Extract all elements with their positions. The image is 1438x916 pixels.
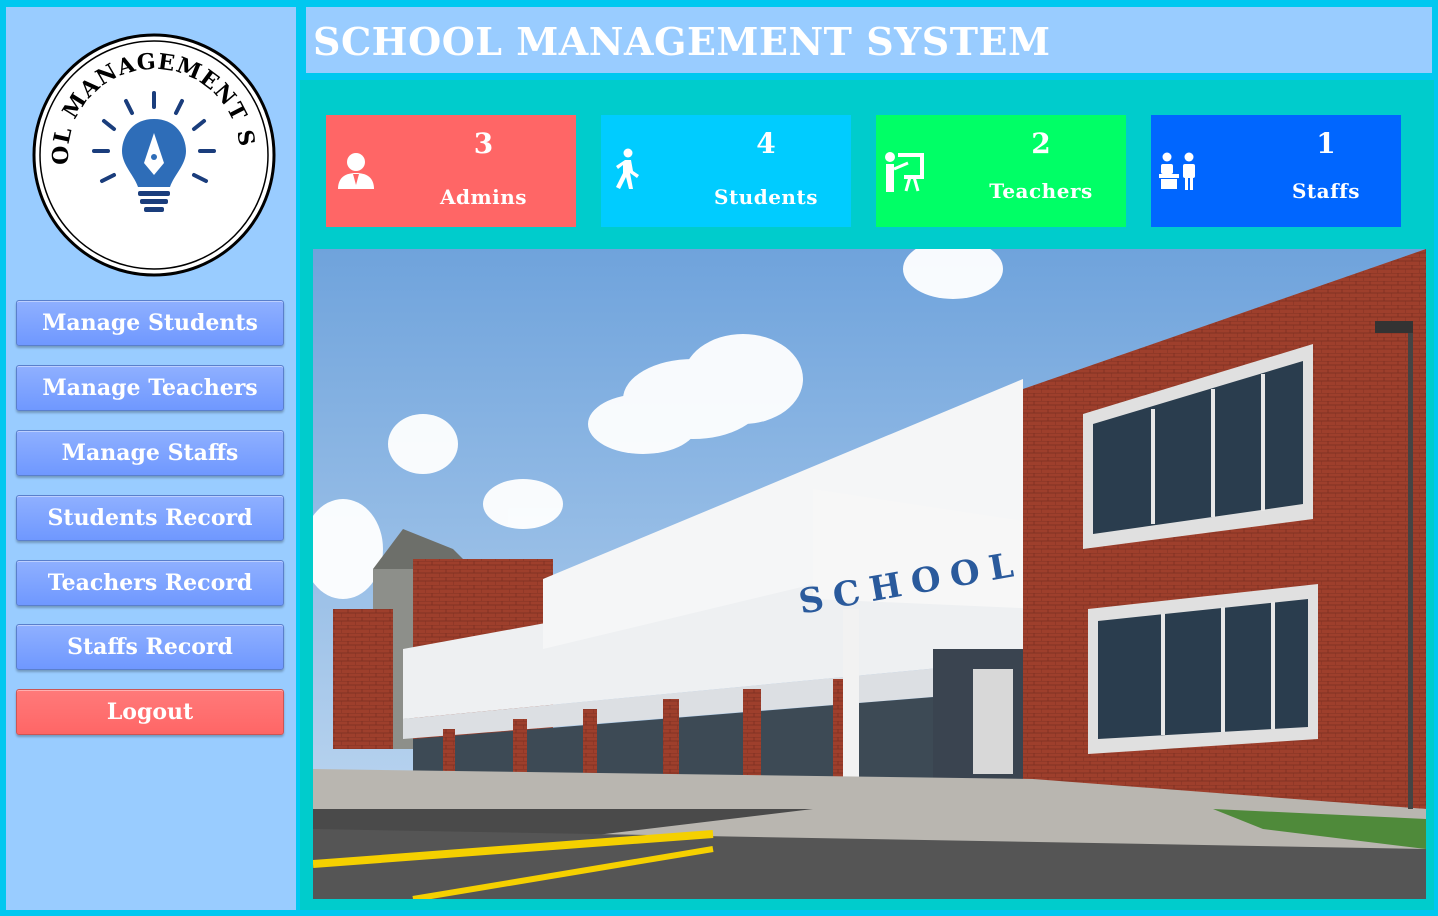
students-record-button[interactable]: Students Record (16, 495, 284, 541)
logout-button[interactable]: Logout (16, 689, 284, 735)
student-walking-icon (611, 147, 655, 191)
teacher-board-icon (882, 151, 926, 195)
students-stat-card[interactable]: 4 Students (601, 115, 851, 227)
staffs-count: 1 (1316, 127, 1336, 160)
teachers-stat-card[interactable]: 2 Teachers (876, 115, 1126, 227)
admins-stat-card[interactable]: 3 Admins (326, 115, 576, 227)
school-logo: SCHOOL MANAGEMENT SYSTEM (30, 31, 278, 279)
dashboard-main: 3 Admins 4 Students 2 Teachers 1 Staffs … (300, 80, 1434, 910)
manage-teachers-button[interactable]: Manage Teachers (16, 365, 284, 411)
admins-count: 3 (473, 127, 494, 160)
manage-staffs-button[interactable]: Manage Staffs (16, 430, 284, 476)
school-building-image: SCHOOL (313, 249, 1426, 899)
teachers-record-button[interactable]: Teachers Record (16, 560, 284, 606)
header: SCHOOL MANAGEMENT SYSTEM (306, 7, 1432, 73)
admins-label: Admins (439, 185, 528, 209)
staffs-label: Staffs (1291, 179, 1361, 203)
teachers-count: 2 (1031, 127, 1051, 160)
admin-icon (334, 149, 378, 193)
students-count: 4 (756, 127, 776, 160)
page-title: SCHOOL MANAGEMENT SYSTEM (313, 19, 1051, 64)
manage-students-button[interactable]: Manage Students (16, 300, 284, 346)
staffs-stat-card[interactable]: 1 Staffs (1151, 115, 1401, 227)
staff-desk-icon (1157, 151, 1201, 195)
teachers-label: Teachers (989, 179, 1093, 203)
staffs-record-button[interactable]: Staffs Record (16, 624, 284, 670)
students-label: Students (714, 185, 818, 209)
sidebar: SCHOOL MANAGEMENT SYSTEM Manage (6, 7, 296, 910)
